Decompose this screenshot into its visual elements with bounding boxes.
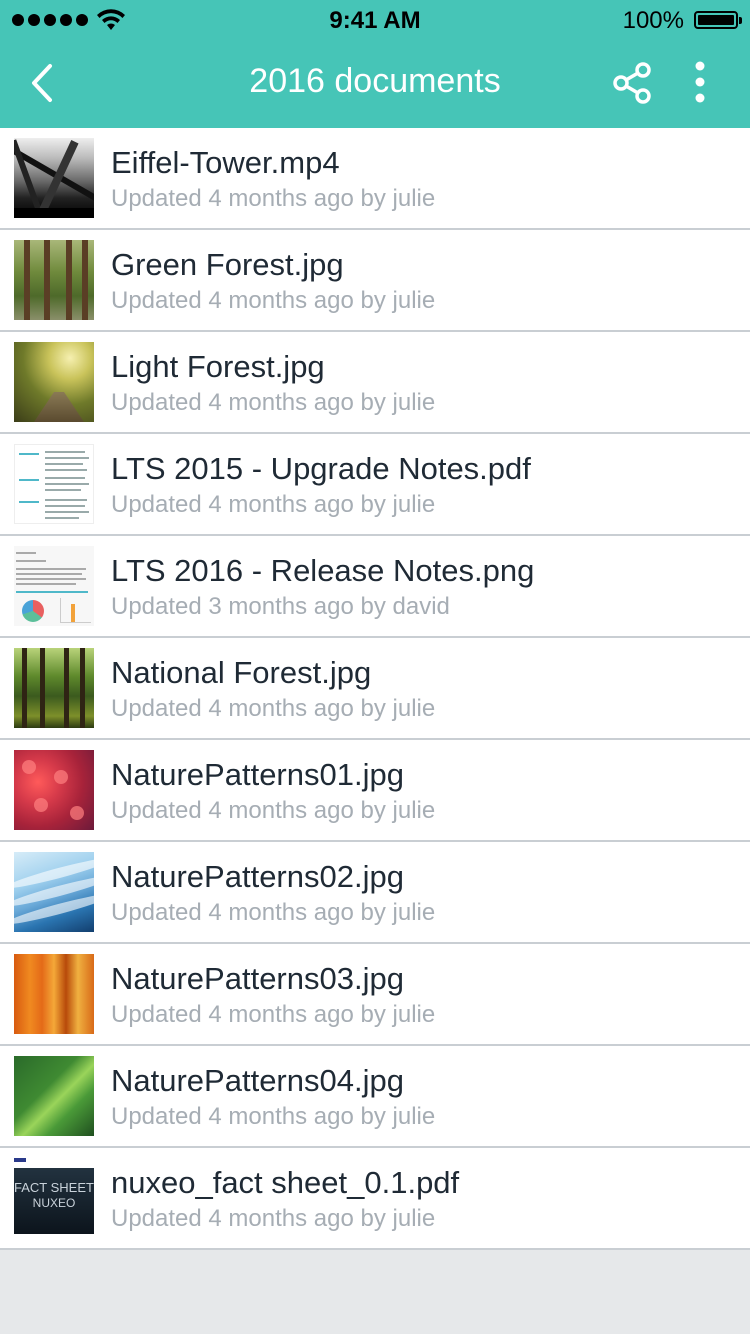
image-thumbnail: [14, 750, 94, 830]
document-meta: Updated 4 months ago by julie: [111, 1103, 436, 1130]
image-thumbnail: [14, 342, 94, 422]
list-item[interactable]: NaturePatterns01.jpg Updated 4 months ag…: [0, 740, 750, 842]
thumbnail-text: NUXEO: [32, 1196, 76, 1210]
list-item[interactable]: Eiffel-Tower.mp4 Updated 4 months ago by…: [0, 128, 750, 230]
image-thumbnail: [14, 1056, 94, 1136]
list-item[interactable]: LTS 2015 - Upgrade Notes.pdf Updated 4 m…: [0, 434, 750, 536]
document-name: NaturePatterns01.jpg: [111, 757, 404, 792]
document-meta: Updated 4 months ago by julie: [111, 1205, 436, 1232]
document-name: nuxeo_fact sheet_0.1.pdf: [111, 1165, 460, 1200]
document-meta: Updated 4 months ago by julie: [111, 1001, 436, 1028]
document-name: NaturePatterns04.jpg: [111, 1063, 404, 1098]
image-thumbnail: [14, 546, 94, 626]
more-options-button[interactable]: [684, 60, 716, 106]
image-thumbnail: [14, 852, 94, 932]
document-name: Light Forest.jpg: [111, 349, 325, 384]
list-item[interactable]: Green Forest.jpg Updated 4 months ago by…: [0, 230, 750, 332]
document-meta: Updated 3 months ago by david: [111, 593, 450, 620]
document-meta: Updated 4 months ago by julie: [111, 797, 436, 824]
pdf-thumbnail: [14, 444, 94, 524]
image-thumbnail: [14, 240, 94, 320]
list-item[interactable]: LTS 2016 - Release Notes.png Updated 3 m…: [0, 536, 750, 638]
document-meta: Updated 4 months ago by julie: [111, 287, 436, 314]
document-name: National Forest.jpg: [111, 655, 372, 690]
battery-percentage: 100%: [622, 7, 684, 34]
document-name: NaturePatterns03.jpg: [111, 961, 404, 996]
image-thumbnail: [14, 954, 94, 1034]
status-bar: 9:41 AM 100%: [0, 0, 750, 40]
document-meta: Updated 4 months ago by julie: [111, 491, 436, 518]
document-name: LTS 2015 - Upgrade Notes.pdf: [111, 451, 531, 486]
document-list: Eiffel-Tower.mp4 Updated 4 months ago by…: [0, 128, 750, 1250]
thumbnail-text: FACT SHEET: [14, 1180, 94, 1195]
list-item[interactable]: NaturePatterns04.jpg Updated 4 months ag…: [0, 1046, 750, 1148]
pdf-thumbnail: FACT SHEET NUXEO: [14, 1158, 94, 1238]
document-meta: Updated 4 months ago by julie: [111, 389, 436, 416]
document-name: NaturePatterns02.jpg: [111, 859, 404, 894]
app-header: 9:41 AM 100% 2016 documents: [0, 0, 750, 128]
document-name: LTS 2016 - Release Notes.png: [111, 553, 535, 588]
share-button[interactable]: [610, 60, 658, 106]
document-meta: Updated 4 months ago by julie: [111, 695, 436, 722]
video-thumbnail: [14, 138, 94, 218]
list-item[interactable]: Light Forest.jpg Updated 4 months ago by…: [0, 332, 750, 434]
battery-icon: [694, 11, 742, 29]
list-item[interactable]: FACT SHEET NUXEO nuxeo_fact sheet_0.1.pd…: [0, 1148, 750, 1250]
list-item[interactable]: National Forest.jpg Updated 4 months ago…: [0, 638, 750, 740]
list-item[interactable]: NaturePatterns03.jpg Updated 4 months ag…: [0, 944, 750, 1046]
image-thumbnail: [14, 648, 94, 728]
document-meta: Updated 4 months ago by julie: [111, 899, 436, 926]
more-vertical-icon: [695, 61, 705, 103]
document-name: Eiffel-Tower.mp4: [111, 145, 340, 180]
document-name: Green Forest.jpg: [111, 247, 344, 282]
document-meta: Updated 4 months ago by julie: [111, 185, 436, 212]
list-item[interactable]: NaturePatterns02.jpg Updated 4 months ag…: [0, 842, 750, 944]
share-icon: [613, 62, 651, 104]
